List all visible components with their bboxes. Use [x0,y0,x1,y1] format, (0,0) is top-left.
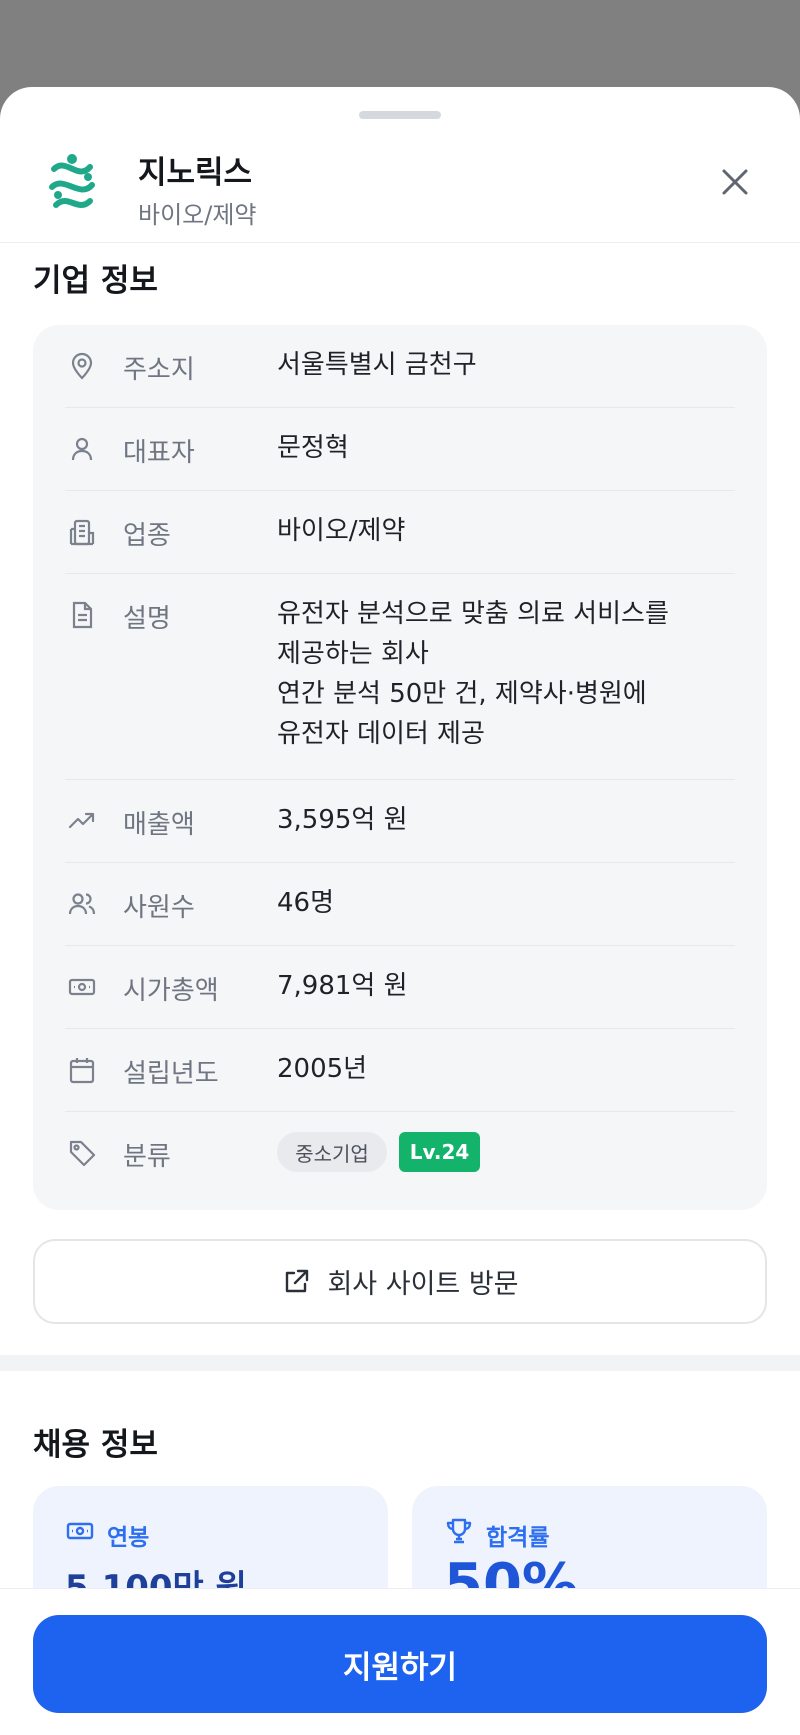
info-value: 46명 [277,888,335,918]
company-info-card: 주소지 서울특별시 금천구 대표자 문정혁 업종 바이오/제약 설명 유전자 분… [33,325,767,1210]
info-label: 매출액 [123,810,195,840]
tag-icon [65,1136,99,1170]
trophy-icon [446,1518,472,1544]
info-value: 2005년 [277,1054,368,1084]
company-detail-sheet: 지노릭스 바이오/제약 기업 정보 주소지 서울특별시 금천구 대표자 문정혁 [0,87,800,1735]
cash-icon [65,970,99,1004]
description-line: 유전자 데이터 제공 [277,719,485,749]
level-badge: Lv.24 [399,1132,480,1172]
company-logo [49,154,95,208]
document-icon [65,598,99,632]
info-row-founded: 설립년도 2005년 [65,1029,735,1112]
calendar-icon [65,1053,99,1087]
visit-site-button[interactable]: 회사 사이트 방문 [33,1239,767,1324]
company-info-title: 기업 정보 [33,263,158,299]
person-icon [65,432,99,466]
company-name: 지노릭스 [138,155,253,191]
info-value: 서울특별시 금천구 [277,350,477,380]
info-row-ceo: 대표자 문정혁 [65,408,735,491]
external-link-icon [286,1269,309,1292]
close-icon [722,169,748,195]
sheet-header: 지노릭스 바이오/제약 [0,135,800,243]
description-line: 유전자 분석으로 맞춤 의료 서비스를 [277,599,669,629]
info-value: 문정혁 [277,433,349,463]
info-label: 주소지 [123,355,195,385]
info-label: 사원수 [123,893,195,923]
section-divider [0,1355,800,1371]
company-category: 바이오/제약 [138,201,257,229]
info-value: 바이오/제약 [277,516,406,546]
info-row-classification: 분류 중소기업 Lv.24 [65,1112,735,1195]
info-row-revenue: 매출액 3,595억 원 [65,780,735,863]
info-label: 시가총액 [123,976,219,1006]
info-row-address: 주소지 서울특별시 금천구 [65,325,735,408]
info-value: 3,595억 원 [277,805,408,835]
location-pin-icon [65,349,99,383]
info-row-market-cap: 시가총액 7,981억 원 [65,946,735,1029]
info-label: 대표자 [123,438,195,468]
description-line: 제공하는 회사 [277,639,429,669]
info-label: 업종 [123,521,171,551]
drag-handle[interactable] [359,111,441,119]
people-icon [65,887,99,921]
salary-label: 연봉 [107,1525,150,1551]
company-size-chip: 중소기업 [277,1132,387,1172]
description-line: 연간 분석 50만 건, 제약사·병원에 [277,679,647,709]
info-label: 설명 [123,604,171,634]
info-label: 분류 [123,1142,171,1172]
info-row-employees: 사원수 46명 [65,863,735,946]
info-value: 7,981억 원 [277,971,408,1001]
close-button[interactable] [710,157,760,207]
info-row-industry: 업종 바이오/제약 [65,491,735,574]
info-row-description: 설명 유전자 분석으로 맞춤 의료 서비스를 제공하는 회사 연간 분석 50만… [65,574,735,780]
building-icon [65,515,99,549]
info-label: 설립년도 [123,1059,219,1089]
apply-button[interactable]: 지원하기 [33,1615,767,1713]
recruit-info-title: 채용 정보 [33,1427,158,1463]
apply-label: 지원하기 [342,1649,458,1686]
bottom-action-bar: 지원하기 [0,1588,800,1735]
cash-icon [66,1522,94,1540]
visit-site-label: 회사 사이트 방문 [327,1269,519,1300]
trend-up-icon [65,804,99,838]
pass-rate-label: 합격률 [486,1525,550,1551]
